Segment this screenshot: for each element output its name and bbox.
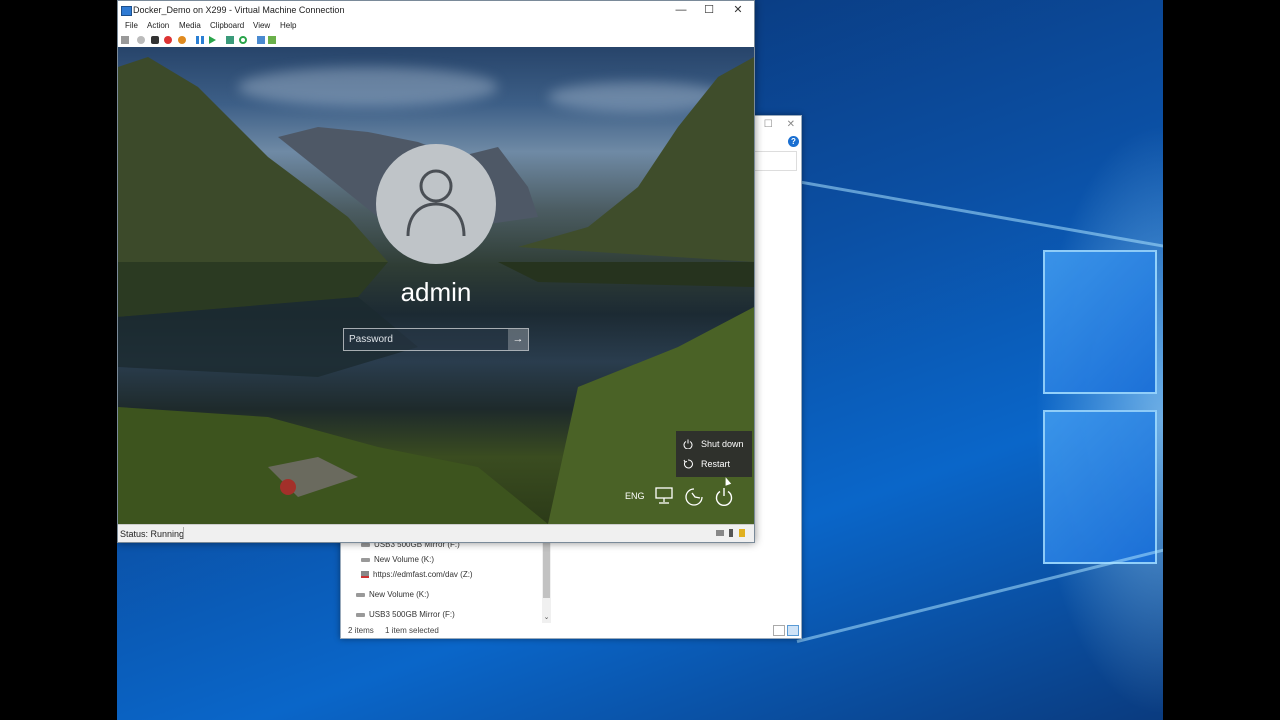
tree-item-new-volume-2[interactable]: New Volume (K:): [356, 590, 429, 599]
share-icon[interactable]: [268, 36, 276, 44]
window-title: Docker_Demo on X299 - Virtual Machine Co…: [133, 5, 345, 15]
enhanced-session-icon[interactable]: [257, 36, 265, 44]
password-input[interactable]: [344, 329, 502, 350]
power-icon: [683, 439, 693, 449]
revert-icon[interactable]: [239, 36, 247, 44]
status-separator: [183, 527, 184, 539]
user-avatar: [376, 144, 496, 264]
tree-item-new-volume[interactable]: New Volume (K:): [361, 555, 434, 564]
lock-icon: [739, 529, 745, 537]
tree-item-label: New Volume (K:): [369, 590, 430, 599]
vm-status-bar: Status: Running: [118, 524, 754, 542]
vm-title-bar[interactable]: Docker_Demo on X299 - Virtual Machine Co…: [118, 1, 754, 20]
menu-clipboard[interactable]: Clipboard: [210, 21, 244, 30]
submit-arrow-icon[interactable]: →: [508, 329, 528, 350]
maximize-button[interactable]: ☐: [694, 3, 724, 18]
windows-logo-pane: [1043, 410, 1157, 564]
tree-item-usb-mirror-2[interactable]: USB3 500GB Mirror (F:): [356, 610, 455, 619]
details-view-button[interactable]: [773, 625, 785, 636]
save-state-icon[interactable]: [178, 36, 186, 44]
username-label: admin: [400, 277, 472, 307]
restart-label: Restart: [701, 459, 731, 469]
light-beam: [796, 548, 1163, 643]
tree-item-label: USB3 500GB Mirror (F:): [369, 610, 455, 619]
shut-down-label: Shut down: [701, 439, 744, 449]
large-icons-view-button[interactable]: [787, 625, 799, 636]
ease-of-access-icon[interactable]: [684, 487, 704, 507]
explorer-search-box[interactable]: [753, 151, 797, 171]
vm-status-text: Status: Running: [120, 529, 185, 539]
menu-media[interactable]: Media: [179, 21, 201, 30]
drive-icon: [356, 612, 365, 617]
menu-help[interactable]: Help: [280, 21, 296, 30]
shut-down-icon[interactable]: [164, 36, 172, 44]
drive-icon: [361, 557, 370, 562]
screen-icon: [716, 530, 724, 536]
restart-icon: [683, 459, 693, 469]
drive-icon: [361, 542, 370, 547]
restart-option[interactable]: Restart: [676, 454, 752, 474]
menu-file[interactable]: File: [125, 21, 138, 30]
vm-toolbar: [118, 33, 754, 47]
keyboard-icon: [729, 529, 733, 537]
network-icon[interactable]: [655, 487, 675, 505]
password-box[interactable]: →: [343, 328, 529, 351]
vm-connection-window[interactable]: Docker_Demo on X299 - Virtual Machine Co…: [117, 0, 755, 543]
network-drive-icon: [361, 571, 369, 578]
scroll-down-icon[interactable]: ⌄: [542, 613, 551, 623]
turn-off-icon[interactable]: [151, 36, 159, 44]
menu-bar: File Action Media Clipboard View Help: [118, 20, 754, 33]
tree-item-network-drive[interactable]: https://edmfast.com/dav (Z:): [361, 570, 473, 579]
tree-scrollbar[interactable]: ⌄: [542, 541, 551, 623]
tree-item-label: https://edmfast.com/dav (Z:): [373, 570, 473, 579]
power-button-icon[interactable]: [714, 487, 734, 507]
language-indicator[interactable]: ENG: [625, 491, 645, 501]
menu-view[interactable]: View: [253, 21, 270, 30]
explorer-status-bar: 2 items 1 item selected: [341, 624, 801, 638]
vm-app-icon: [121, 6, 132, 16]
tree-item-label: New Volume (K:): [374, 555, 435, 564]
minimize-button[interactable]: —: [666, 3, 696, 18]
light-beam: [796, 180, 1163, 249]
explorer-window-controls[interactable]: ☐ ✕: [764, 119, 795, 130]
user-icon: [406, 169, 466, 237]
checkpoint-icon[interactable]: [226, 36, 234, 44]
menu-action[interactable]: Action: [147, 21, 169, 30]
vm-lock-screen[interactable]: admin → Shut down Restart ENG: [118, 47, 754, 524]
item-count: 2 items: [348, 626, 374, 635]
windows-logo-pane: [1043, 250, 1157, 394]
ctrl-alt-del-icon[interactable]: [121, 36, 129, 44]
help-icon[interactable]: ?: [788, 136, 799, 147]
shut-down-option[interactable]: Shut down: [676, 434, 752, 454]
pause-icon[interactable]: [196, 36, 204, 44]
drive-icon: [356, 592, 365, 597]
scrollbar-thumb[interactable]: [543, 543, 550, 598]
resume-icon[interactable]: [209, 36, 216, 44]
close-button[interactable]: ✕: [723, 3, 753, 18]
start-icon[interactable]: [137, 36, 145, 44]
power-menu: Shut down Restart: [676, 431, 752, 477]
selected-count: 1 item selected: [385, 626, 439, 635]
